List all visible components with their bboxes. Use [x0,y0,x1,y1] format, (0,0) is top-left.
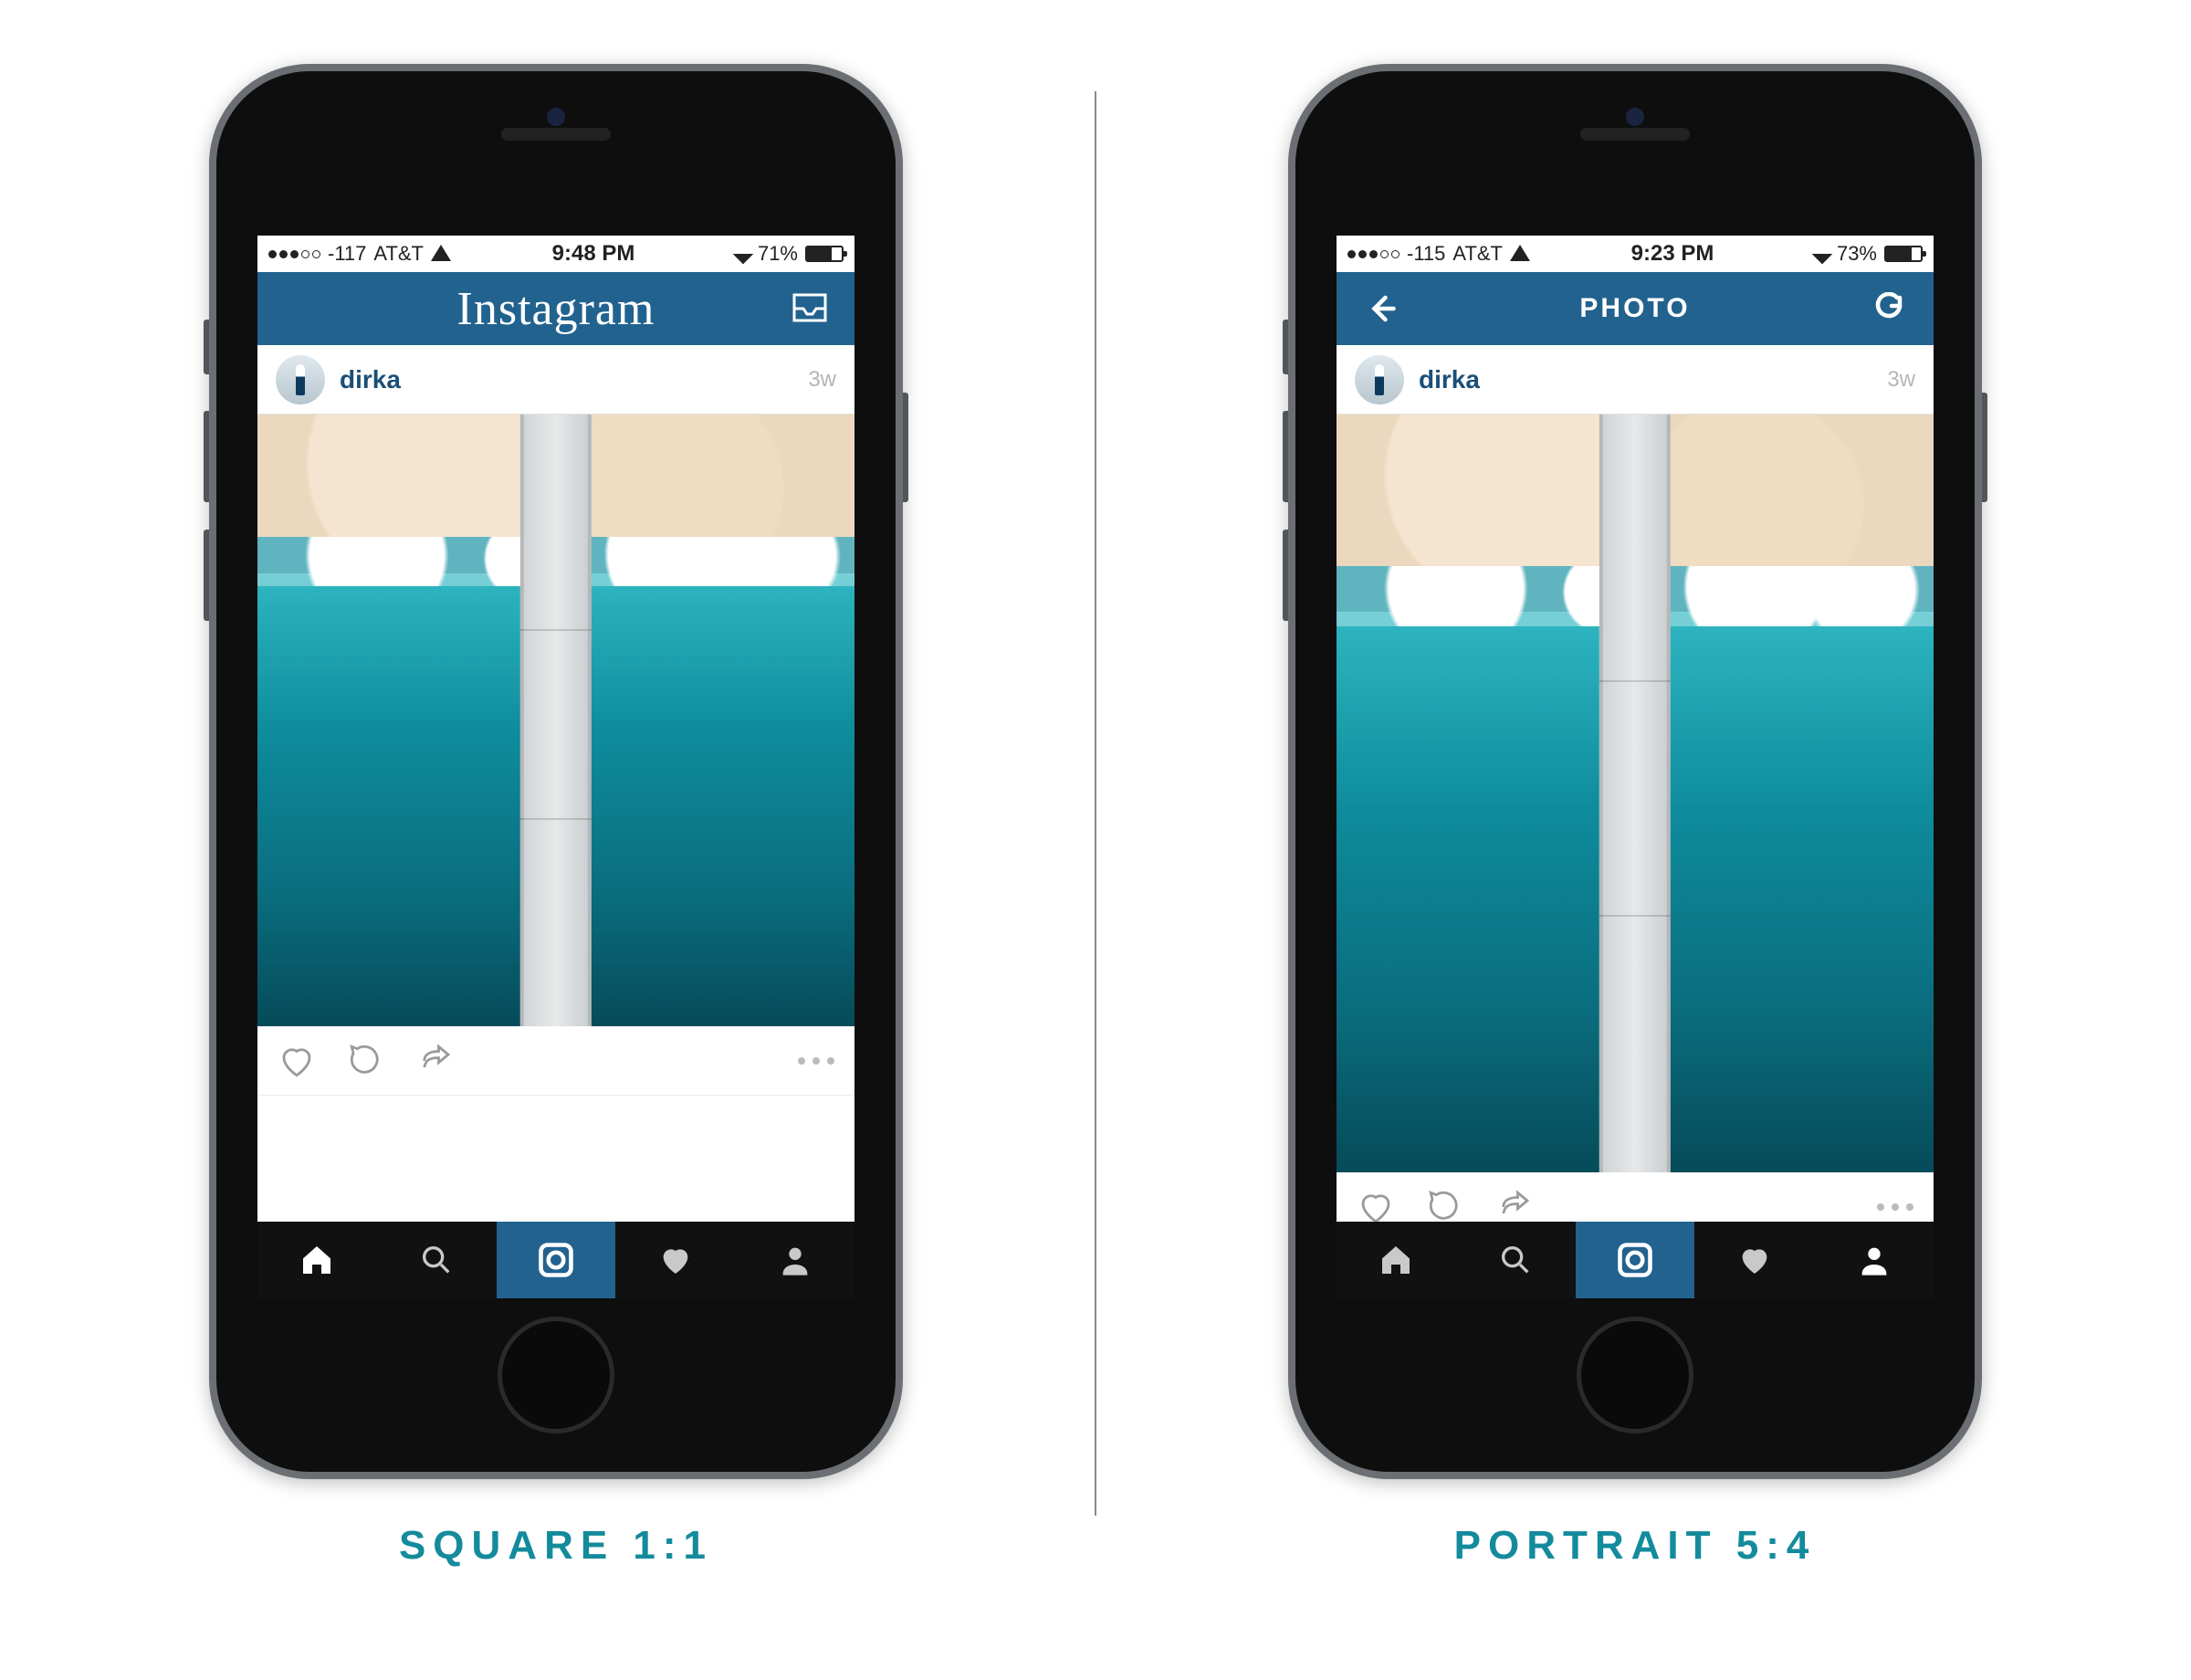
tab-activity[interactable] [615,1222,735,1298]
caption-left: Square 1:1 [399,1523,713,1569]
status-time: 9:23 PM [1631,241,1714,267]
post-username[interactable]: dirka [1419,365,1480,394]
post-header: dirka 3w [1337,345,1934,415]
carrier-label: AT&T [1452,242,1503,266]
post-time-ago: 3w [808,367,836,393]
comment-button[interactable] [1426,1188,1464,1226]
screen-left: -117 AT&T 9:48 PM 71% Instag [257,236,854,1298]
battery-pct: 71% [758,242,798,266]
app-navbar: Instagram [257,272,854,345]
post-photo[interactable] [257,415,854,1026]
avatar[interactable] [1355,355,1404,404]
speaker-icon [1580,128,1690,141]
carrier-label: AT&T [373,242,424,266]
post-actions [257,1026,854,1096]
divider [1095,91,1096,1516]
screen-right: -115 AT&T 9:23 PM 73% [1337,236,1934,1298]
post-time-ago: 3w [1887,367,1915,393]
phone-mockup-left: -117 AT&T 9:48 PM 71% Instag [209,64,903,1479]
wifi-icon [431,245,451,261]
speaker-icon [501,128,611,141]
like-button[interactable] [1357,1188,1395,1226]
status-bar: -115 AT&T 9:23 PM 73% [1337,236,1934,272]
navbar-title: PHOTO [1579,293,1690,324]
back-button[interactable] [1358,286,1404,331]
signal-strength: -115 [1407,242,1445,266]
home-button[interactable] [1577,1317,1693,1433]
home-button[interactable] [498,1317,614,1433]
share-button[interactable] [416,1042,455,1080]
tab-activity[interactable] [1694,1222,1814,1298]
more-options-button[interactable] [1877,1203,1913,1211]
signal-dots-icon [1347,250,1400,258]
tab-camera[interactable] [497,1222,616,1298]
tab-profile[interactable] [1814,1222,1934,1298]
tab-search[interactable] [1456,1222,1576,1298]
inbox-button[interactable] [787,286,833,331]
tab-home[interactable] [257,1222,377,1298]
comparison-layout: -117 AT&T 9:48 PM 71% Instag [0,0,2191,1569]
tab-profile[interactable] [735,1222,854,1298]
tab-home[interactable] [1337,1222,1456,1298]
refresh-button[interactable] [1866,286,1912,331]
tab-bar [1337,1222,1934,1298]
navbar-title: Instagram [457,282,655,336]
post-photo[interactable] [1337,415,1934,1172]
caption-right: Portrait 5:4 [1454,1523,1817,1569]
signal-strength: -117 [328,242,366,266]
left-column: -117 AT&T 9:48 PM 71% Instag [54,64,1058,1569]
front-camera-icon [547,108,565,126]
battery-icon [805,246,844,262]
app-navbar: PHOTO [1337,272,1934,345]
like-button[interactable] [278,1042,316,1080]
phone-mockup-right: -115 AT&T 9:23 PM 73% [1288,64,1982,1479]
more-options-button[interactable] [798,1057,834,1065]
status-bar: -117 AT&T 9:48 PM 71% [257,236,854,272]
signal-dots-icon [268,250,320,258]
post-username[interactable]: dirka [340,365,401,394]
location-icon [1812,244,1833,265]
right-column: -115 AT&T 9:23 PM 73% [1133,64,2137,1569]
tab-search[interactable] [377,1222,497,1298]
wifi-icon [1510,245,1530,261]
comment-button[interactable] [347,1042,385,1080]
status-time: 9:48 PM [552,241,635,267]
share-button[interactable] [1495,1188,1534,1226]
avatar[interactable] [276,355,325,404]
tab-camera[interactable] [1576,1222,1695,1298]
location-icon [733,244,754,265]
tab-bar [257,1222,854,1298]
battery-pct: 73% [1837,242,1877,266]
front-camera-icon [1626,108,1644,126]
battery-icon [1884,246,1923,262]
post-header: dirka 3w [257,345,854,415]
